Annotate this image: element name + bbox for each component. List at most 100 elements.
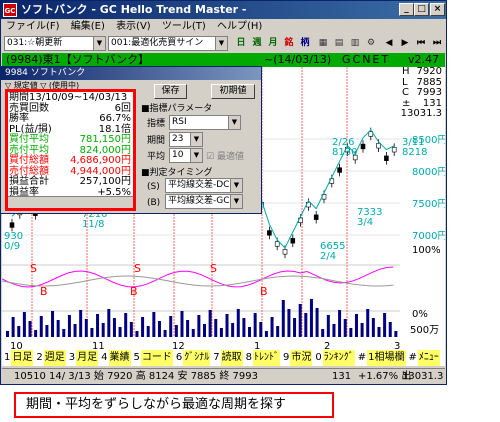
list-icon[interactable]: 柄	[298, 37, 312, 50]
monthly-chart-icon[interactable]: 月	[266, 37, 280, 50]
sell-timing-value: 平均線交差-DC-	[168, 180, 233, 190]
back-icon[interactable]: ◀	[382, 37, 396, 50]
table-icon[interactable]: ▤	[332, 37, 346, 50]
candle-body	[384, 155, 389, 161]
volume-bar	[118, 327, 122, 337]
chevron-down-icon[interactable]: ▼	[93, 37, 105, 50]
buy-timing-select[interactable]: 平均線交差-GC- ▼	[165, 194, 243, 209]
function-key[interactable]: 2 週足	[34, 350, 66, 366]
function-key[interactable]: 7 読取	[211, 350, 243, 366]
indicator-select[interactable]: RSI ▼	[169, 115, 241, 130]
candle-body	[313, 214, 319, 220]
title-bar: GC ソフトバンク - GC Hello Trend Master - _ □ …	[1, 1, 446, 19]
forward-icon[interactable]: ▶	[398, 37, 412, 50]
function-key-number: #	[408, 352, 417, 363]
period-select[interactable]: 23 ▼	[169, 132, 203, 147]
function-key-number: 6	[175, 352, 183, 363]
price-value: 7885	[416, 76, 442, 88]
chevron-down-icon[interactable]: ▼	[190, 149, 202, 162]
grid-icon[interactable]: ▦	[316, 37, 330, 50]
candle-body	[337, 167, 342, 173]
average-value: 10	[172, 150, 184, 160]
strategy-select[interactable]: 001:最適化売買サイン ▼	[108, 36, 228, 51]
function-key[interactable]: 3 月足	[67, 350, 99, 366]
indicator-value: RSI	[172, 117, 187, 127]
function-key-label: ﾗﾝｷﾝｸﾞ	[322, 350, 355, 366]
chevron-down-icon[interactable]: ▼	[215, 37, 227, 50]
maximize-button[interactable]: □	[414, 3, 429, 16]
minimize-button[interactable]: _	[399, 3, 414, 16]
reset-button[interactable]: 初期値	[211, 84, 255, 99]
function-key[interactable]: 0 ﾗﾝｷﾝｸﾞ	[313, 350, 355, 366]
settings-icon[interactable]: ⚙	[364, 37, 378, 50]
daily-chart-icon[interactable]: 日	[234, 37, 248, 50]
menu-view[interactable]: 表示(V)	[112, 19, 155, 35]
function-key[interactable]: 5 コード	[132, 350, 174, 366]
columns-icon[interactable]: ▥	[348, 37, 362, 50]
volume-bar	[180, 311, 184, 337]
volume-bar	[270, 317, 274, 337]
volume-bar	[56, 320, 60, 337]
close-button[interactable]: ×	[430, 3, 445, 16]
function-key[interactable]: 9 市況	[281, 350, 313, 366]
volume-bar	[293, 318, 297, 337]
price-row: 13031.3	[401, 109, 442, 119]
last-icon[interactable]: ⏭	[430, 37, 444, 50]
function-key-label: ﾄﾚﾝﾄﾞ	[253, 350, 280, 366]
function-key[interactable]: #1相場欄	[356, 350, 407, 366]
signal-label: S	[30, 262, 37, 275]
stock-list-value: 031:☆朝更新	[7, 38, 63, 48]
menu-bar: ファイル(F) 編集(E) 表示(V) ツール(T) ヘルプ(H)	[2, 19, 445, 35]
function-key[interactable]: # ﾒﾆｭｰ	[407, 350, 441, 366]
price-value: 7993	[416, 87, 442, 98]
optimal-label: 最適値	[216, 152, 244, 162]
volume-bar	[242, 318, 246, 337]
chevron-down-icon[interactable]: ▼	[190, 133, 202, 146]
stock-name: (9984)東1【ソフトバンク】	[6, 53, 150, 66]
function-key-number: #	[357, 352, 367, 363]
price-panel: H 7920 L 7885 C 7993 ±131 13031.3	[401, 67, 442, 127]
menu-tools[interactable]: ツール(T)	[158, 19, 210, 35]
function-key[interactable]: 4 業績	[99, 350, 131, 366]
chevron-down-icon[interactable]: ▼	[230, 195, 242, 208]
chevron-down-icon[interactable]: ▼	[228, 116, 240, 129]
toolbar: 031:☆朝更新 ▼ 001:最適化売買サイン ▼ 日 週 月 銘 柄 ▦ ▤ …	[2, 35, 445, 53]
strategy-value: 001:最適化売買サイン	[111, 38, 204, 48]
optimal-checkbox[interactable]: ☑ 最適値	[206, 151, 244, 163]
function-key[interactable]: 6 ｸﾞｼﾅﾙ	[174, 350, 211, 366]
volume-bar	[34, 330, 38, 337]
version-label: v2.47	[408, 53, 440, 66]
sell-timing-select[interactable]: 平均線交差-DC- ▼	[165, 178, 243, 193]
average-select[interactable]: 10 ▼	[169, 148, 203, 163]
save-button[interactable]: 保存	[154, 84, 187, 99]
function-key[interactable]: 8 ﾄﾚﾝﾄﾞ	[244, 350, 281, 366]
menu-help[interactable]: ヘルプ(H)	[213, 19, 266, 35]
price-annotation: 11/8	[82, 219, 104, 230]
volume-bar	[152, 312, 156, 337]
chevron-down-icon[interactable]: ▼	[230, 179, 242, 192]
stock-list-select[interactable]: 031:☆朝更新 ▼	[4, 36, 106, 51]
volume-bar	[124, 313, 128, 337]
signal-label: B	[130, 285, 138, 298]
menu-file[interactable]: ファイル(F)	[2, 19, 64, 35]
function-key-number: 0	[315, 352, 322, 363]
status-bar: 10510 14/ 3/13 始 7920 高 8124 安 7885 終 79…	[2, 368, 445, 384]
menu-edit[interactable]: 編集(E)	[67, 19, 109, 35]
window-title: ソフトバンク - GC Hello Trend Master -	[21, 3, 247, 16]
function-key[interactable]: 1 日足	[2, 350, 34, 366]
stock-icon[interactable]: 銘	[282, 37, 296, 50]
weekly-chart-icon[interactable]: 週	[250, 37, 264, 50]
volume-bar	[214, 319, 218, 337]
volume-bar	[22, 312, 26, 337]
y-tick-label: 7500円	[412, 199, 445, 210]
volume-bar	[287, 309, 291, 337]
first-icon[interactable]: ⏮	[414, 37, 428, 50]
volume-bar	[96, 314, 100, 337]
volume-bar	[157, 321, 161, 337]
backtest-title: 9984 ソフトバンク	[1, 67, 261, 80]
volume-bar	[67, 315, 71, 337]
price-row: ±131	[402, 98, 442, 109]
volume-bar	[383, 313, 387, 337]
function-key-number: 3	[68, 352, 76, 363]
price-annotation: 8218	[402, 147, 427, 158]
